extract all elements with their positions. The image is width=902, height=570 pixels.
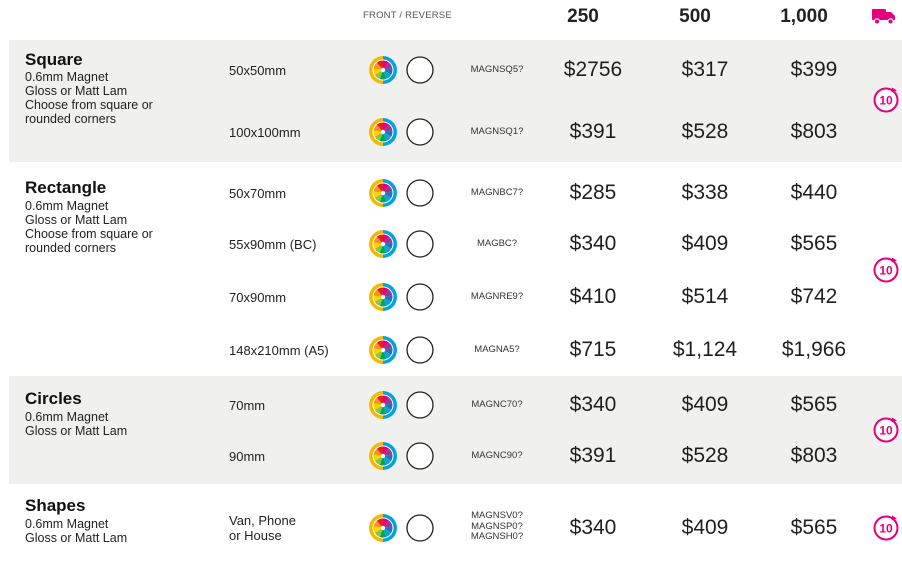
price-1000: $399: [790, 58, 838, 81]
price-250: $715: [569, 338, 617, 361]
blank-reverse-icon: [406, 283, 434, 311]
front-reverse-label: FRONT / REVERSE: [363, 10, 452, 21]
price-250: $391: [569, 120, 617, 143]
price-500: $409: [681, 393, 729, 416]
blank-reverse-icon: [406, 442, 434, 470]
truck-icon: [872, 9, 895, 25]
front-reverse-icons: [368, 117, 436, 147]
row-size: 70mm: [229, 398, 266, 413]
group-desc-square: 0.6mm Magnet Gloss or Matt Lam Choose from…: [25, 70, 153, 126]
price-500: $528: [681, 444, 729, 467]
front-reverse-icons: [368, 178, 436, 208]
full-colour-front-icon: [369, 56, 397, 84]
row-size: 50x70mm: [229, 186, 287, 201]
price-500: $338: [681, 181, 729, 204]
svg-text:10: 10: [879, 264, 893, 278]
front-reverse-icons: [368, 513, 436, 543]
full-colour-front-icon: [369, 336, 397, 364]
turnaround-badge-icon: 10: [873, 257, 899, 283]
product-codes: MAGNSV0? MAGNSP0? MAGNSH0?: [470, 510, 524, 542]
group-title-circles: Circles: [25, 389, 82, 408]
price-1000: $742: [790, 285, 838, 308]
group-title-shapes: Shapes: [25, 496, 86, 515]
price-250: $340: [569, 393, 617, 416]
price-500: $409: [681, 232, 729, 255]
price-1000: $440: [790, 181, 838, 204]
turnaround-badge-icon: 10: [873, 515, 899, 541]
front-reverse-icons: [368, 335, 436, 365]
row-size: 148x210mm (A5): [229, 343, 329, 358]
svg-text:10: 10: [879, 522, 893, 536]
svg-text:10: 10: [879, 94, 893, 108]
blank-reverse-icon: [406, 56, 434, 84]
full-colour-front-icon: [369, 442, 397, 470]
row-size: 90mm: [229, 449, 266, 464]
blank-reverse-icon: [406, 514, 434, 542]
price-250: $340: [569, 232, 617, 255]
price-1000: $803: [790, 120, 838, 143]
product-code: MAGNSQ1?: [470, 126, 524, 137]
blank-reverse-icon: [406, 118, 434, 146]
price-250: $340: [569, 516, 617, 539]
qty-1000-header: 1,000: [780, 6, 828, 27]
price-500: $1,124: [672, 338, 738, 361]
front-reverse-icons: [368, 282, 436, 312]
group-desc-rectangle: 0.6mm Magnet Gloss or Matt Lam Choose from…: [25, 199, 153, 255]
table-header: FRONT / REVERSE 250 500 1,000: [0, 0, 902, 34]
price-250: $410: [569, 285, 617, 308]
product-code: MAGNRE9?: [470, 291, 524, 302]
full-colour-front-icon: [369, 118, 397, 146]
turnaround-badge-icon: 10: [873, 87, 899, 113]
blank-reverse-icon: [406, 230, 434, 258]
price-1000: $565: [790, 516, 838, 539]
product-code: MAGNC90?: [471, 450, 523, 461]
price-250: $391: [569, 444, 617, 467]
blank-reverse-icon: [406, 391, 434, 419]
price-1000: $1,966: [781, 338, 847, 361]
price-1000: $565: [790, 232, 838, 255]
blank-reverse-icon: [406, 179, 434, 207]
product-code: MAGNA5?: [474, 344, 520, 355]
product-code: MAGNC70?: [471, 399, 523, 410]
full-colour-front-icon: [369, 391, 397, 419]
front-reverse-icons: [368, 390, 436, 420]
row-size: 70x90mm: [229, 290, 287, 305]
front-reverse-icons: [368, 55, 436, 85]
price-500: $514: [681, 285, 729, 308]
group-title-square: Square: [25, 50, 83, 69]
price-1000: $803: [790, 444, 838, 467]
qty-500-header: 500: [679, 6, 711, 27]
full-colour-front-icon: [369, 283, 397, 311]
group-desc-shapes: 0.6mm Magnet Gloss or Matt Lam: [25, 517, 128, 545]
front-reverse-icons: [368, 229, 436, 259]
group-title-rectangle: Rectangle: [25, 178, 107, 197]
price-500: $528: [681, 120, 729, 143]
group-desc-circles: 0.6mm Magnet Gloss or Matt Lam: [25, 410, 128, 438]
price-500: $317: [681, 58, 729, 81]
full-colour-front-icon: [369, 230, 397, 258]
product-code: MAGNBC7?: [470, 187, 524, 198]
blank-reverse-icon: [406, 336, 434, 364]
row-size: 55x90mm (BC): [229, 237, 317, 252]
full-colour-front-icon: [369, 179, 397, 207]
qty-250-header: 250: [567, 6, 599, 27]
product-code: MAGBC?: [476, 238, 518, 249]
product-code: MAGNSQ5?: [470, 64, 524, 75]
price-500: $409: [681, 516, 729, 539]
svg-text:10: 10: [879, 424, 893, 438]
full-colour-front-icon: [369, 514, 397, 542]
row-size: Van, Phone or House: [229, 513, 296, 543]
price-250: $2756: [563, 58, 623, 81]
front-reverse-icons: [368, 441, 436, 471]
price-1000: $565: [790, 393, 838, 416]
price-250: $285: [569, 181, 617, 204]
row-size: 100x100mm: [229, 125, 301, 140]
row-size: 50x50mm: [229, 63, 287, 78]
turnaround-badge-icon: 10: [873, 417, 899, 443]
